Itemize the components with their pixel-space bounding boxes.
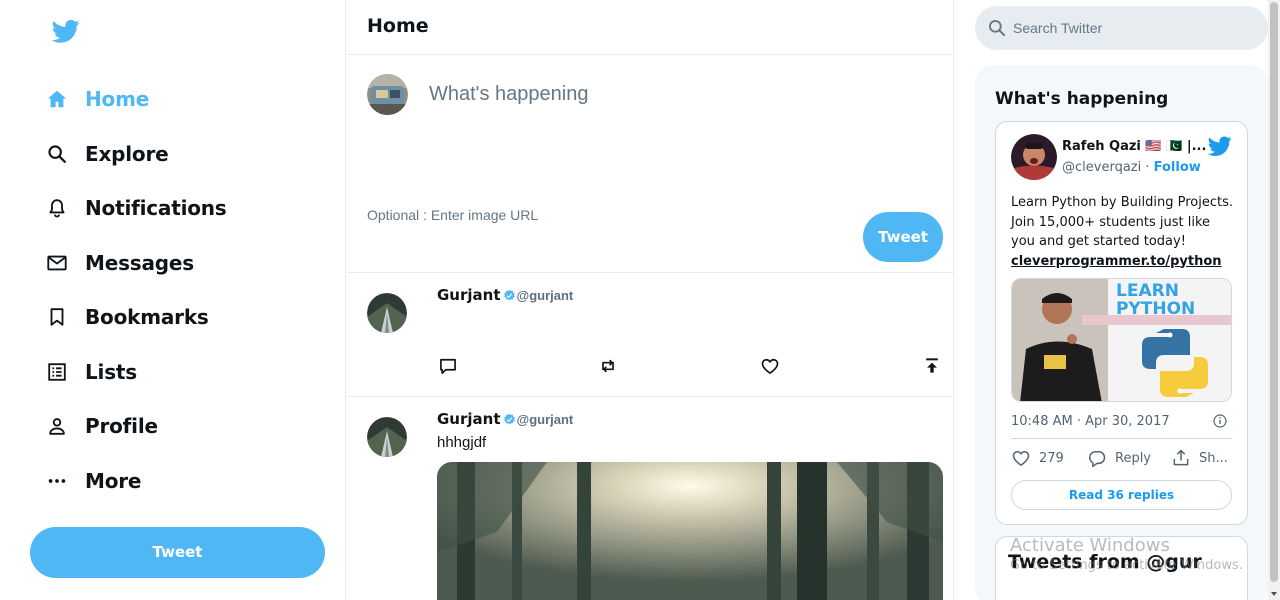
card-title-line-2: PYTHON <box>1116 299 1195 319</box>
sidebar-item-label: Profile <box>85 414 158 438</box>
sidebar-item-more[interactable]: More <box>46 466 141 496</box>
search-icon <box>46 143 68 165</box>
bookmark-icon <box>46 306 68 328</box>
avatar <box>367 417 407 457</box>
sidebar-item-label: More <box>85 469 142 493</box>
avatar <box>367 74 408 115</box>
more-icon <box>46 470 68 492</box>
share-icon[interactable] <box>921 355 943 377</box>
search-input[interactable] <box>1013 20 1253 36</box>
widgets: What's happening Rafeh Qazi 🇺🇸 🇵🇰 |... @… <box>955 0 1280 600</box>
embed-author-handle: @cleverqazi <box>1062 160 1142 175</box>
like-icon[interactable] <box>759 355 781 377</box>
sidebar-item-explore[interactable]: Explore <box>46 139 169 169</box>
scrollbar[interactable] <box>1268 0 1280 600</box>
heart-icon <box>1012 451 1030 466</box>
tweet-input[interactable] <box>429 83 909 106</box>
post-author-handle: @gurjant <box>516 287 574 303</box>
embed-link[interactable]: cleverprogrammer.to/python <box>1011 252 1236 272</box>
sidebar-item-label: Messages <box>85 251 194 275</box>
embed-timestamp[interactable]: 10:48 AM · Apr 30, 2017 <box>1011 414 1170 429</box>
embed-share-label: Sh... <box>1199 450 1228 466</box>
divider <box>1011 438 1232 439</box>
retweet-icon[interactable] <box>597 355 619 377</box>
search-bar[interactable] <box>975 6 1268 50</box>
embed-like-button[interactable]: 279 <box>1011 448 1064 468</box>
post-image[interactable] <box>437 462 943 600</box>
image-url-input[interactable] <box>367 207 767 223</box>
follow-link[interactable]: Follow <box>1154 160 1201 175</box>
share-icon <box>1173 449 1189 466</box>
embed-like-count: 279 <box>1039 450 1064 466</box>
post-actions <box>437 355 943 379</box>
reply-icon[interactable] <box>437 355 459 377</box>
avatar[interactable] <box>1011 134 1057 180</box>
search-icon <box>989 20 1006 37</box>
embed-media-card[interactable]: LEARN PYTHON <box>1011 278 1232 402</box>
sidebar-item-label: Notifications <box>85 196 227 220</box>
sidebar-item-bookmarks[interactable]: Bookmarks <box>46 302 209 332</box>
timeline-title[interactable]: Tweets from @gur <box>1008 551 1202 573</box>
embed-body: Learn Python by Building Projects. Join … <box>1011 193 1236 271</box>
home-icon <box>46 88 68 110</box>
sidebar-item-lists[interactable]: Lists <box>46 357 137 387</box>
embed-author-line: @cleverqazi · Follow <box>1062 160 1201 175</box>
read-replies-button[interactable]: Read 36 replies <box>1011 480 1232 510</box>
sidebar: Home Explore Notifications Messages Book… <box>0 0 346 600</box>
post-text: hhhgjdf <box>437 434 487 451</box>
scrollbar-thumb[interactable] <box>1270 2 1278 582</box>
twitter-bird-icon[interactable] <box>52 17 80 45</box>
sidebar-item-label: Explore <box>85 142 169 166</box>
mail-icon <box>46 252 68 274</box>
sidebar-tweet-button[interactable]: Tweet <box>30 527 325 578</box>
sidebar-item-notifications[interactable]: Notifications <box>46 193 227 223</box>
embed-handle-separator: · <box>1141 160 1154 175</box>
page-title: Home <box>367 15 429 37</box>
post-header: Gurjant @gurjant <box>437 286 573 304</box>
tweet-box: Tweet <box>347 55 953 273</box>
verified-badge-icon <box>503 289 515 300</box>
embed-author-name[interactable]: Rafeh Qazi 🇺🇸 🇵🇰 |... <box>1062 139 1206 154</box>
post-author-name: Gurjant <box>437 286 501 304</box>
feed-header: Home <box>347 0 953 55</box>
sidebar-item-label: Bookmarks <box>85 305 209 329</box>
sidebar-item-label: Lists <box>85 360 137 384</box>
verified-badge-icon <box>503 413 515 424</box>
bell-icon <box>46 197 68 219</box>
tweet-button[interactable]: Tweet <box>863 212 943 262</box>
avatar <box>367 293 407 333</box>
embed-share-button[interactable]: Sh... <box>1171 448 1228 468</box>
embedded-tweet: Rafeh Qazi 🇺🇸 🇵🇰 |... @cleverqazi · Foll… <box>995 121 1248 525</box>
embed-reply-label: Reply <box>1115 450 1152 466</box>
embed-text: Learn Python by Building Projects. Join … <box>1011 195 1233 249</box>
list-icon <box>46 361 68 383</box>
post-author-name: Gurjant <box>437 410 501 428</box>
post: Gurjant @gurjant <box>347 273 953 397</box>
sidebar-item-home[interactable]: Home <box>46 84 149 114</box>
sidebar-item-label: Home <box>85 87 150 111</box>
embed-reply-button[interactable]: Reply <box>1087 448 1151 468</box>
twitter-bird-icon[interactable] <box>1208 136 1232 156</box>
post: Gurjant @gurjant hhhgjdf <box>347 397 953 600</box>
scroll-down-arrow-icon[interactable] <box>1270 590 1278 598</box>
person-icon <box>46 415 68 437</box>
embed-actions: 279 Reply Sh... <box>1011 448 1236 472</box>
feed: Home Tweet Gurjant <box>347 0 954 600</box>
card-title-line-1: LEARN <box>1116 281 1179 301</box>
post-header: Gurjant @gurjant <box>437 410 573 428</box>
widgets-container: What's happening Rafeh Qazi 🇺🇸 🇵🇰 |... @… <box>975 65 1268 600</box>
reply-icon <box>1088 451 1106 468</box>
widgets-title: What's happening <box>995 89 1169 109</box>
sidebar-item-messages[interactable]: Messages <box>46 248 194 278</box>
timeline-embed: Tweets from @gur <box>995 536 1248 600</box>
sidebar-item-profile[interactable]: Profile <box>46 411 158 441</box>
post-author-handle: @gurjant <box>516 411 574 427</box>
info-icon[interactable] <box>1212 413 1228 429</box>
